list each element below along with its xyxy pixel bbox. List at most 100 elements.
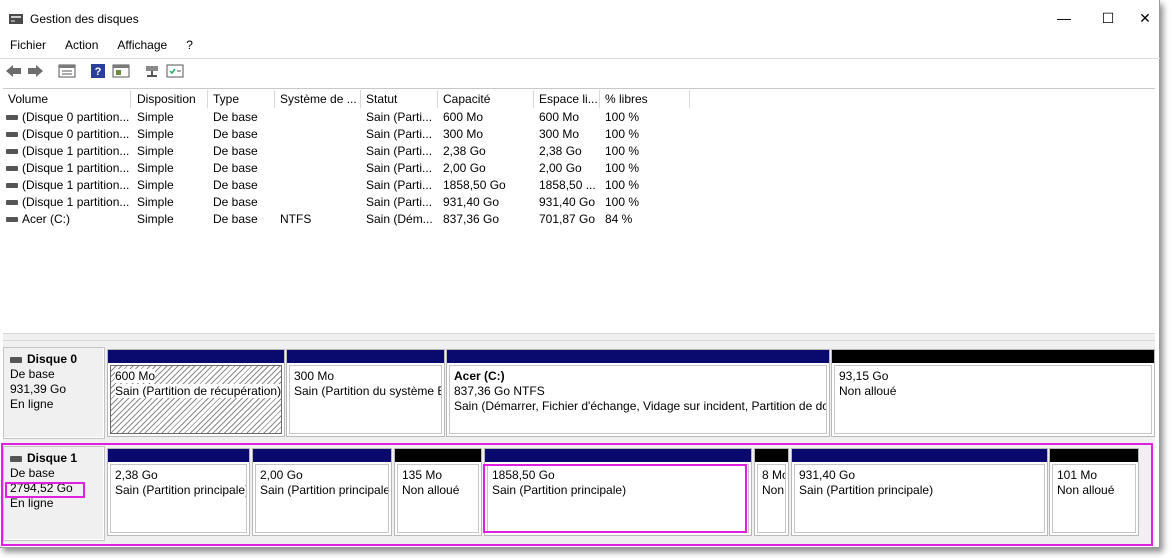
volume-row[interactable]: (Disque 0 partition... Simple De base Sa…: [3, 126, 1155, 143]
partition-status: Sain (Partition de récupération): [115, 384, 282, 398]
partition-bar: [1050, 449, 1138, 462]
volume-type: De base: [213, 144, 258, 158]
disk-icon: [10, 356, 22, 363]
disk-0-label[interactable]: Disque 0 De base 931,39 Go En ligne: [3, 347, 105, 439]
volume-percent-free: 100 %: [605, 161, 640, 175]
volume-filesystem: [275, 160, 361, 177]
column-header-volume[interactable]: Volume: [3, 90, 131, 108]
volume-name: (Disque 1 partition...: [22, 195, 130, 209]
properties-icon[interactable]: [112, 63, 130, 79]
volume-row[interactable]: (Disque 1 partition... Simple De base Sa…: [3, 143, 1155, 160]
disk-0-type: De base: [10, 367, 55, 381]
disk-0-status: En ligne: [10, 397, 54, 411]
volume-type: De base: [213, 212, 258, 226]
column-header-type[interactable]: Type: [208, 90, 275, 108]
menu-bar: Fichier Action Affichage ?: [0, 36, 202, 56]
partition-status: Non alloué: [762, 483, 785, 497]
toolbar: ?: [0, 58, 1160, 84]
partition-bar: [253, 449, 391, 462]
volume-filesystem: [275, 194, 361, 211]
volume-capacity: 300 Mo: [443, 127, 484, 141]
volume-percent-free: 100 %: [605, 178, 640, 192]
checklist-icon[interactable]: [166, 63, 184, 79]
volume-filesystem: [275, 143, 361, 160]
partition-status: Sain (Partition principale): [115, 483, 247, 497]
forward-icon[interactable]: [26, 63, 44, 79]
volume-row[interactable]: Acer (C:) Simple De base NTFS Sain (Dém.…: [3, 211, 1155, 228]
partition-label: Acer (C:): [454, 369, 505, 383]
column-header-capacity[interactable]: Capacité: [438, 90, 534, 108]
menu-affichage[interactable]: Affichage: [107, 36, 176, 56]
volume-filesystem: [275, 126, 361, 143]
disk-0-partition-recovery[interactable]: 600 Mo Sain (Partition de récupération): [107, 349, 285, 437]
volume-list: Volume Disposition Type Système de ... S…: [3, 88, 1155, 332]
disk-1-partition-1[interactable]: 2,38 Go Sain (Partition principale): [107, 448, 250, 536]
list-view-icon[interactable]: [58, 63, 76, 79]
disk-1-label[interactable]: Disque 1 De base 2794,52 Go En ligne: [3, 446, 105, 541]
back-icon[interactable]: [5, 63, 23, 79]
partition-status: Non alloué: [839, 384, 897, 398]
disk-1-partition-4[interactable]: 931,40 Go Sain (Partition principale): [791, 448, 1048, 536]
volume-percent-free: 84 %: [605, 212, 633, 226]
column-header-percent-free[interactable]: % libres: [600, 90, 690, 108]
column-header-free-space[interactable]: Espace li...: [534, 90, 600, 108]
partition-body: 600 Mo Sain (Partition de récupération): [110, 365, 282, 434]
disk-0-unallocated[interactable]: 93,15 Go Non alloué: [831, 349, 1155, 437]
partition-size: 135 Mo: [402, 468, 443, 482]
menu-action[interactable]: Action: [55, 36, 107, 56]
menu-help[interactable]: ?: [176, 36, 202, 56]
disk-1-unallocated-1[interactable]: 135 Mo Non alloué: [394, 448, 482, 536]
volume-free-space: 2,00 Go: [539, 161, 582, 175]
disk-0-size: 931,39 Go: [10, 382, 67, 396]
partition-bar: [447, 350, 829, 363]
column-header-filesystem[interactable]: Système de ...: [275, 90, 361, 108]
connect-icon[interactable]: [144, 63, 162, 79]
partition-body: 135 Mo Non alloué: [397, 464, 479, 533]
partition-body: 300 Mo Sain (Partition du système EFI): [289, 365, 442, 434]
disk-1-unallocated-2[interactable]: 8 Mo Non alloué: [754, 448, 789, 536]
disk-0-name: Disque 0: [27, 352, 78, 366]
column-header-status[interactable]: Statut: [361, 90, 438, 108]
volume-row[interactable]: (Disque 0 partition... Simple De base Sa…: [3, 109, 1155, 126]
partition-size: 2,38 Go: [115, 468, 158, 482]
volume-row[interactable]: (Disque 1 partition... Simple De base Sa…: [3, 160, 1155, 177]
partition-status: Sain (Partition principale): [799, 483, 934, 497]
partition-body: 93,15 Go Non alloué: [834, 365, 1152, 434]
title-bar: Gestion des disques — ☐ ✕: [0, 0, 1160, 34]
disk-management-window: Gestion des disques — ☐ ✕ Fichier Action…: [0, 0, 1160, 548]
partition-bar: [792, 449, 1047, 462]
partition-size: 2,00 Go: [260, 468, 303, 482]
maximize-button[interactable]: ☐: [1088, 6, 1128, 30]
disk-1-unallocated-3[interactable]: 101 Mo Non alloué: [1049, 448, 1139, 536]
menu-fichier[interactable]: Fichier: [0, 36, 55, 56]
volume-type: De base: [213, 195, 258, 209]
column-header-disposition[interactable]: Disposition: [132, 90, 208, 108]
volume-capacity: 2,00 Go: [443, 161, 486, 175]
volume-free-space: 931,40 Go: [539, 195, 596, 209]
disk-1-partition-2[interactable]: 2,00 Go Sain (Partition principale): [252, 448, 392, 536]
volume-percent-free: 100 %: [605, 110, 640, 124]
volume-row[interactable]: (Disque 1 partition... Simple De base Sa…: [3, 194, 1155, 211]
help-icon[interactable]: ?: [90, 63, 106, 79]
disk-1-partition-3[interactable]: 1858,50 Go Sain (Partition principale): [484, 448, 752, 536]
disk-1-status: En ligne: [10, 496, 54, 510]
svg-text:?: ?: [95, 66, 102, 78]
minimize-button[interactable]: —: [1044, 6, 1084, 30]
partition-body: 931,40 Go Sain (Partition principale): [794, 464, 1045, 533]
volume-disposition: Simple: [137, 127, 174, 141]
volume-filesystem: [275, 177, 361, 194]
disk-0-partition-c[interactable]: Acer (C:) 837,36 Go NTFS Sain (Démarrer,…: [446, 349, 830, 437]
volume-name: (Disque 1 partition...: [22, 178, 130, 192]
disk-0-partition-efi[interactable]: 300 Mo Sain (Partition du système EFI): [286, 349, 445, 437]
volume-row[interactable]: (Disque 1 partition... Simple De base Sa…: [3, 177, 1155, 194]
volume-disposition: Simple: [137, 161, 174, 175]
volume-filesystem: NTFS: [280, 212, 312, 226]
close-button[interactable]: ✕: [1130, 6, 1160, 30]
volume-status: Sain (Parti...: [366, 127, 433, 141]
volume-name: (Disque 0 partition...: [22, 127, 130, 141]
volume-disposition: Simple: [137, 212, 174, 226]
volume-name: Acer (C:): [22, 212, 70, 226]
pane-splitter[interactable]: [3, 333, 1155, 341]
partition-bar: [832, 350, 1154, 363]
disk-graphical-view: Disque 0 De base 931,39 Go En ligne 600 …: [3, 341, 1155, 546]
